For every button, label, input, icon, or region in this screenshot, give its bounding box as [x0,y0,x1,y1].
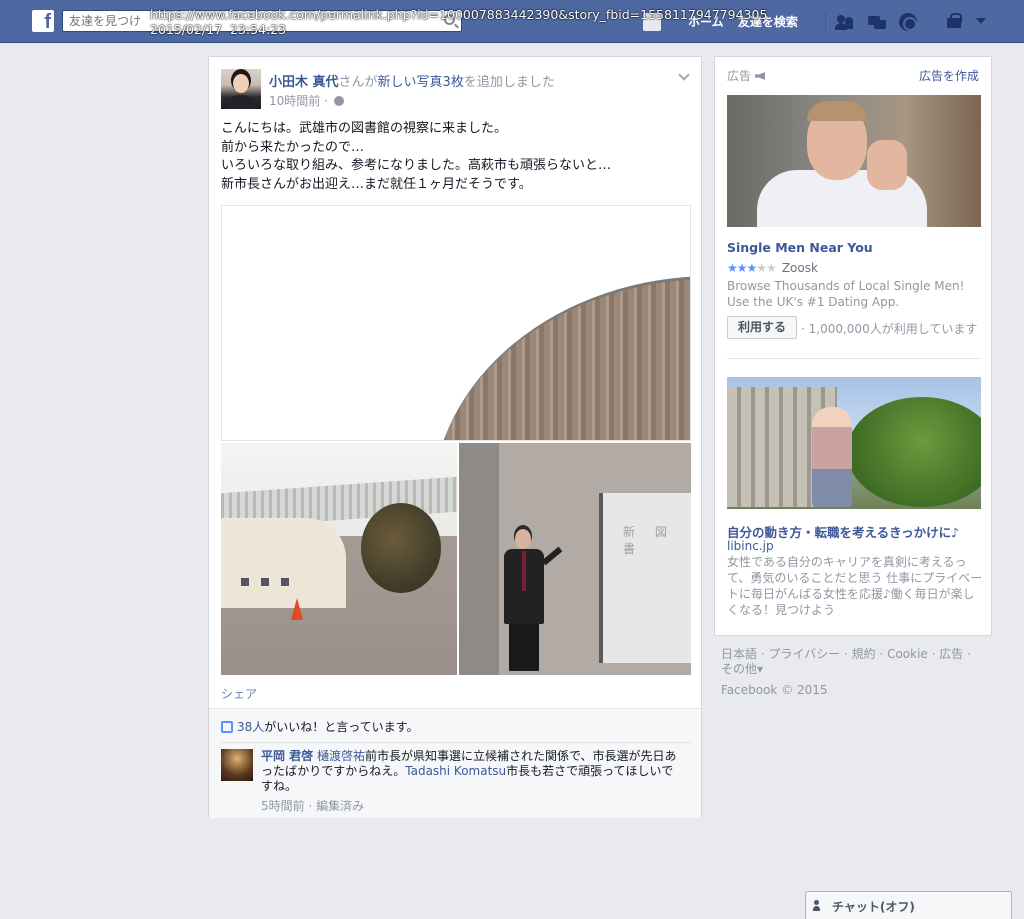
author-avatar[interactable] [221,69,261,109]
ad2-image[interactable] [727,377,981,509]
action-suffix: を追加しました [463,75,555,90]
woman-on-phone [812,407,852,507]
window [281,578,289,586]
like-thumb-icon [221,721,233,733]
share-link[interactable]: シェア [221,685,257,702]
footer-links[interactable]: 日本語 · プライバシー · 規約 · Cookie · 広告 · その他▾ [721,647,971,676]
author-name-link[interactable]: 小田木 真代 [269,75,339,90]
speaker-tie [522,551,526,591]
window [241,578,249,586]
chat-label: チャット(オフ) [832,900,915,914]
story-meta: 10時間前 · [269,92,344,109]
story-options-chevron-icon[interactable] [678,69,690,81]
ufi-section: 38人がいいね！と言っています。 平岡 君啓 樋渡啓祐前市長が県知事選に立候補さ… [209,708,701,818]
ads-header: 広告 [727,67,766,84]
building-wall [221,518,346,608]
action-prefix: さんが [338,75,378,90]
ad2-source-link[interactable]: libinc.jp [727,538,983,554]
notifications-icon[interactable] [897,12,919,32]
tree [361,503,441,593]
projection-screen: 新 図 書 [599,493,691,663]
speaker-arm [541,546,563,566]
public-audience-icon[interactable] [333,96,344,106]
ad1-source: Zoosk [781,261,818,275]
man-hair [807,101,867,121]
screenshot-url-overlay: https://www.facebook.com/permalink.php?i… [150,7,767,37]
chat-tab[interactable]: チャット(オフ) [805,891,1012,919]
copyright: Facebook © 2015 [721,683,828,697]
comment-meta[interactable]: 5時間前 · 編集済み [261,797,364,814]
ad1-title-link[interactable]: Single Men Near You [727,240,873,255]
ad1-description[interactable]: Browse Thousands of Local Single Men! Us… [727,278,983,310]
star-icon: ★ [736,261,748,275]
photo-mayor-speaking[interactable]: 新 図 書 [459,443,691,675]
star-empty-icon: ★ [756,261,767,275]
traffic-cone [291,598,303,620]
comment-body: 平岡 君啓 樋渡啓祐前市長が県知事選に立候補された関係で、市長選が先日あったばか… [261,749,681,794]
dome-roof [432,276,690,440]
url-text: https://www.facebook.com/permalink.php?i… [150,7,768,22]
ad1-users-count: · 1,000,000人が利用しています [801,322,978,336]
window [261,578,269,586]
friend-requests-icon[interactable] [834,12,856,32]
divider [221,742,691,743]
ad2-description[interactable]: 女性である自分のキャリアを真剣に考えるって、勇気のいることだと思う 仕事にプライ… [727,554,983,618]
nav-divider [825,12,826,32]
commenter-avatar[interactable] [221,749,253,781]
mention-link[interactable]: 樋渡啓祐 [317,749,365,763]
star-icon: ★ [746,261,758,275]
ad1-rating: ★★★★★ Zoosk [727,261,818,275]
photo-library-dome[interactable] [221,205,691,441]
create-ad-link[interactable]: 広告を作成 [919,67,979,84]
ad1-image[interactable] [727,95,981,227]
page-footer: 日本語 · プライバシー · 規約 · Cookie · 広告 · その他▾ F… [721,647,981,698]
ads-header-label: 広告 [727,69,752,83]
speaker-head [515,529,531,549]
likers-link[interactable]: 38人 [237,720,264,734]
commenter-name-link[interactable]: 平岡 君啓 [261,749,313,763]
likes-suffix: がいいね！と言っています。 [264,720,419,734]
ads-sidebar: 広告 広告を作成 Single Men Near You ★★★★★ Zoosk … [714,56,992,636]
story-header: 小田木 真代さんが新しい写真3枚を追加しました [269,71,555,90]
man-arm [867,140,907,190]
ad1-use-button[interactable]: 利用する [727,316,797,339]
timestamp-link[interactable]: 10時間前 · [269,94,332,108]
messages-icon[interactable] [866,12,888,32]
star-icon: ★ [727,261,738,275]
privacy-icon[interactable] [944,12,966,32]
wall-shadow [459,443,499,675]
screen-text: 新 図 書 [623,525,675,556]
divider [727,358,981,359]
facebook-logo[interactable]: f [32,10,54,33]
megaphone-icon [755,72,766,80]
photo-library-exterior[interactable] [221,443,457,675]
tree [847,397,981,507]
chat-person-icon [813,900,825,911]
star-empty-icon: ★ [766,261,777,275]
account-caret-icon[interactable] [976,18,986,24]
photos-link[interactable]: 新しい写真3枚 [378,75,464,90]
story-card: 小田木 真代さんが新しい写真3枚を追加しました 10時間前 · こんにちは。武雄… [208,56,702,818]
story-body-text: こんにちは。武雄市の図書館の視察に来ました。 前から来たかったので… いろいろな… [221,121,612,192]
likes-summary: 38人がいいね！と言っています。 [221,718,418,735]
speaker-legs [509,621,539,671]
timestamp-text: 2015/02/17 23:54:23 [150,22,287,37]
mention-link-2[interactable]: Tadashi Komatsu [405,764,506,778]
